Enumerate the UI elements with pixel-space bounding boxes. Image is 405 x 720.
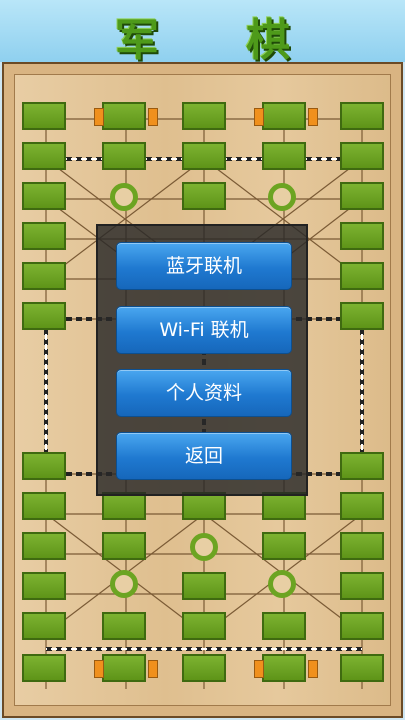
hq-marker-icon <box>94 108 104 126</box>
board-slot[interactable] <box>340 532 384 560</box>
board-slot[interactable] <box>22 654 66 682</box>
board-slot[interactable] <box>340 222 384 250</box>
hq-marker-icon <box>254 660 264 678</box>
board-slot[interactable] <box>182 102 226 130</box>
hq-marker-icon <box>308 108 318 126</box>
board-slot[interactable] <box>182 572 226 600</box>
board-slot[interactable] <box>182 654 226 682</box>
board-slot[interactable] <box>102 654 146 682</box>
bluetooth-connect-button[interactable]: 蓝牙联机 <box>116 242 292 290</box>
hq-marker-icon <box>254 108 264 126</box>
board-slot[interactable] <box>262 612 306 640</box>
board-slot[interactable] <box>182 182 226 210</box>
hq-marker-icon <box>308 660 318 678</box>
board-slot[interactable] <box>262 492 306 520</box>
board-slot[interactable] <box>262 532 306 560</box>
board-slot[interactable] <box>340 492 384 520</box>
board-slot[interactable] <box>340 654 384 682</box>
board-slot[interactable] <box>102 142 146 170</box>
camp-circle-icon[interactable] <box>190 533 218 561</box>
board-slot[interactable] <box>182 492 226 520</box>
board-slot[interactable] <box>102 532 146 560</box>
board-slot[interactable] <box>22 102 66 130</box>
board-slot[interactable] <box>22 612 66 640</box>
board-slot[interactable] <box>22 532 66 560</box>
board-slot[interactable] <box>22 492 66 520</box>
board-slot[interactable] <box>340 102 384 130</box>
camp-circle-icon[interactable] <box>268 183 296 211</box>
hq-marker-icon <box>148 660 158 678</box>
board-slot[interactable] <box>22 262 66 290</box>
hq-marker-icon <box>148 108 158 126</box>
board-slot[interactable] <box>340 572 384 600</box>
profile-button[interactable]: 个人资料 <box>116 369 292 417</box>
board-slot[interactable] <box>22 452 66 480</box>
board-slot[interactable] <box>340 612 384 640</box>
board-slot[interactable] <box>340 262 384 290</box>
board-slot[interactable] <box>340 302 384 330</box>
camp-circle-icon[interactable] <box>110 183 138 211</box>
board-slot[interactable] <box>102 612 146 640</box>
board-slot[interactable] <box>340 142 384 170</box>
board-slot[interactable] <box>22 572 66 600</box>
board-slot[interactable] <box>182 612 226 640</box>
board-slot[interactable] <box>22 182 66 210</box>
camp-circle-icon[interactable] <box>268 570 296 598</box>
back-button[interactable]: 返回 <box>116 432 292 480</box>
board-slot[interactable] <box>22 302 66 330</box>
hq-marker-icon <box>94 660 104 678</box>
board-slot[interactable] <box>22 222 66 250</box>
connection-menu-dialog: 蓝牙联机 Wi-Fi 联机 个人资料 返回 <box>96 224 308 496</box>
wifi-connect-button[interactable]: Wi-Fi 联机 <box>116 306 292 354</box>
board-slot[interactable] <box>262 102 306 130</box>
board-slot[interactable] <box>262 654 306 682</box>
board-slot[interactable] <box>22 142 66 170</box>
title-bar: 军 棋 <box>0 0 405 66</box>
board-slot[interactable] <box>182 142 226 170</box>
board-slot[interactable] <box>102 102 146 130</box>
board-slot[interactable] <box>102 492 146 520</box>
game-title: 军 棋 <box>114 15 327 66</box>
camp-circle-icon[interactable] <box>110 570 138 598</box>
board-slot[interactable] <box>262 142 306 170</box>
board-slot[interactable] <box>340 452 384 480</box>
board-slot[interactable] <box>340 182 384 210</box>
